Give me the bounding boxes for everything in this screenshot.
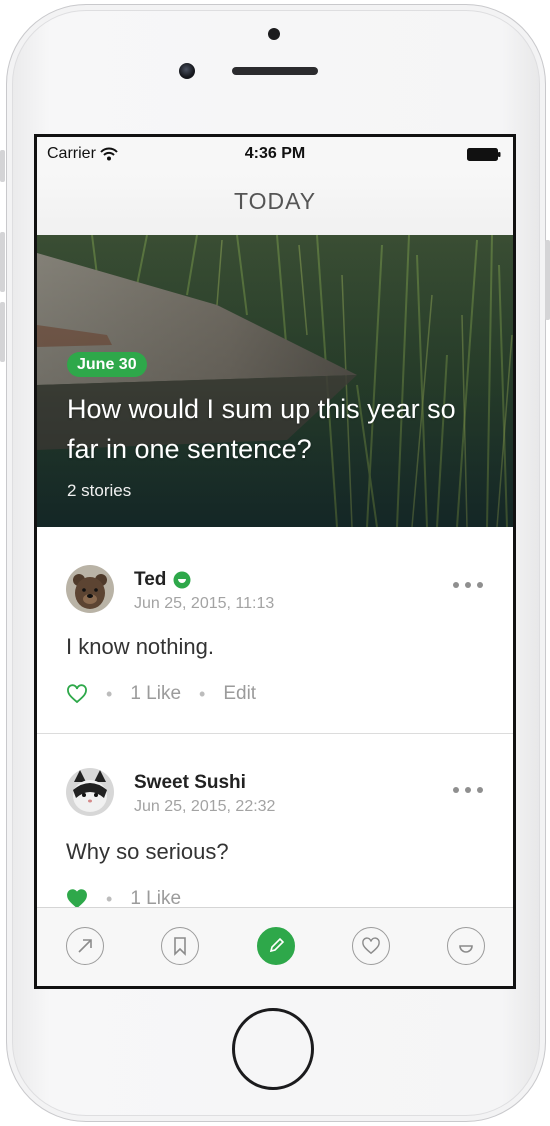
earpiece-speaker	[232, 67, 318, 75]
question-title: How would I sum up this year so far in o…	[67, 394, 456, 464]
edit-link[interactable]: Edit	[223, 683, 256, 705]
battery-icon	[467, 148, 501, 161]
pencil-icon	[269, 937, 285, 953]
author-name-label: Ted	[134, 569, 167, 590]
like-count[interactable]: 1 Like	[130, 683, 181, 705]
dot-separator: •	[199, 683, 206, 704]
status-bar: Carrier 4:36 PM	[37, 137, 513, 173]
more-options-icon[interactable]	[450, 784, 486, 796]
liked-heart-icon[interactable]	[66, 889, 88, 909]
dot-separator: •	[106, 683, 113, 704]
tab-bookmarks[interactable]	[161, 927, 199, 965]
story-actions: • 1 Like • Edit	[66, 683, 256, 705]
mute-switch	[0, 150, 5, 182]
arrow-up-right-icon	[78, 939, 92, 953]
tab-write[interactable]	[257, 927, 295, 965]
bear-avatar-icon	[66, 565, 114, 613]
front-camera	[179, 63, 195, 79]
tab-favorites[interactable]	[352, 927, 390, 965]
author-name-label: Sweet Sushi	[134, 772, 246, 793]
question-header[interactable]: June 30 How would I sum up this year so …	[37, 235, 513, 527]
story-card: Sweet Sushi Jun 25, 2015, 22:32 Why so s…	[37, 734, 513, 914]
story-text: Why so serious?	[66, 839, 229, 864]
proximity-sensor	[268, 28, 280, 40]
tab-profile[interactable]	[447, 927, 485, 965]
tab-share[interactable]	[66, 927, 104, 965]
post-timestamp: Jun 25, 2015, 22:32	[134, 798, 276, 815]
story-count: 2 stories	[67, 481, 132, 500]
story-text: I know nothing.	[66, 634, 214, 659]
story-card: Ted Jun 25, 2015, 11:13 I know nothing. …	[37, 527, 513, 735]
cat-avatar-icon	[66, 768, 114, 816]
home-button[interactable]	[232, 1008, 314, 1090]
post-timestamp: Jun 25, 2015, 11:13	[134, 595, 275, 612]
author-name[interactable]: Ted	[134, 569, 191, 591]
heart-icon	[362, 937, 380, 955]
clock: 4:36 PM	[244, 145, 306, 162]
avatar[interactable]	[66, 768, 114, 816]
smile-icon	[459, 945, 473, 953]
more-options-icon[interactable]	[450, 579, 486, 591]
volume-up-button	[0, 232, 5, 292]
app-screen: Carrier 4:36 PM TODAY June 30 How would …	[34, 134, 516, 989]
nav-bar: TODAY	[37, 173, 513, 236]
date-badge: June 30	[67, 352, 147, 377]
volume-down-button	[0, 302, 5, 362]
verified-smile-icon	[173, 571, 191, 589]
power-button	[545, 240, 550, 320]
page-title: TODAY	[233, 188, 317, 214]
bookmark-icon	[174, 937, 186, 956]
author-name[interactable]: Sweet Sushi	[134, 772, 246, 794]
like-heart-icon[interactable]	[66, 684, 88, 704]
tab-bar	[37, 907, 513, 986]
avatar[interactable]	[66, 565, 114, 613]
